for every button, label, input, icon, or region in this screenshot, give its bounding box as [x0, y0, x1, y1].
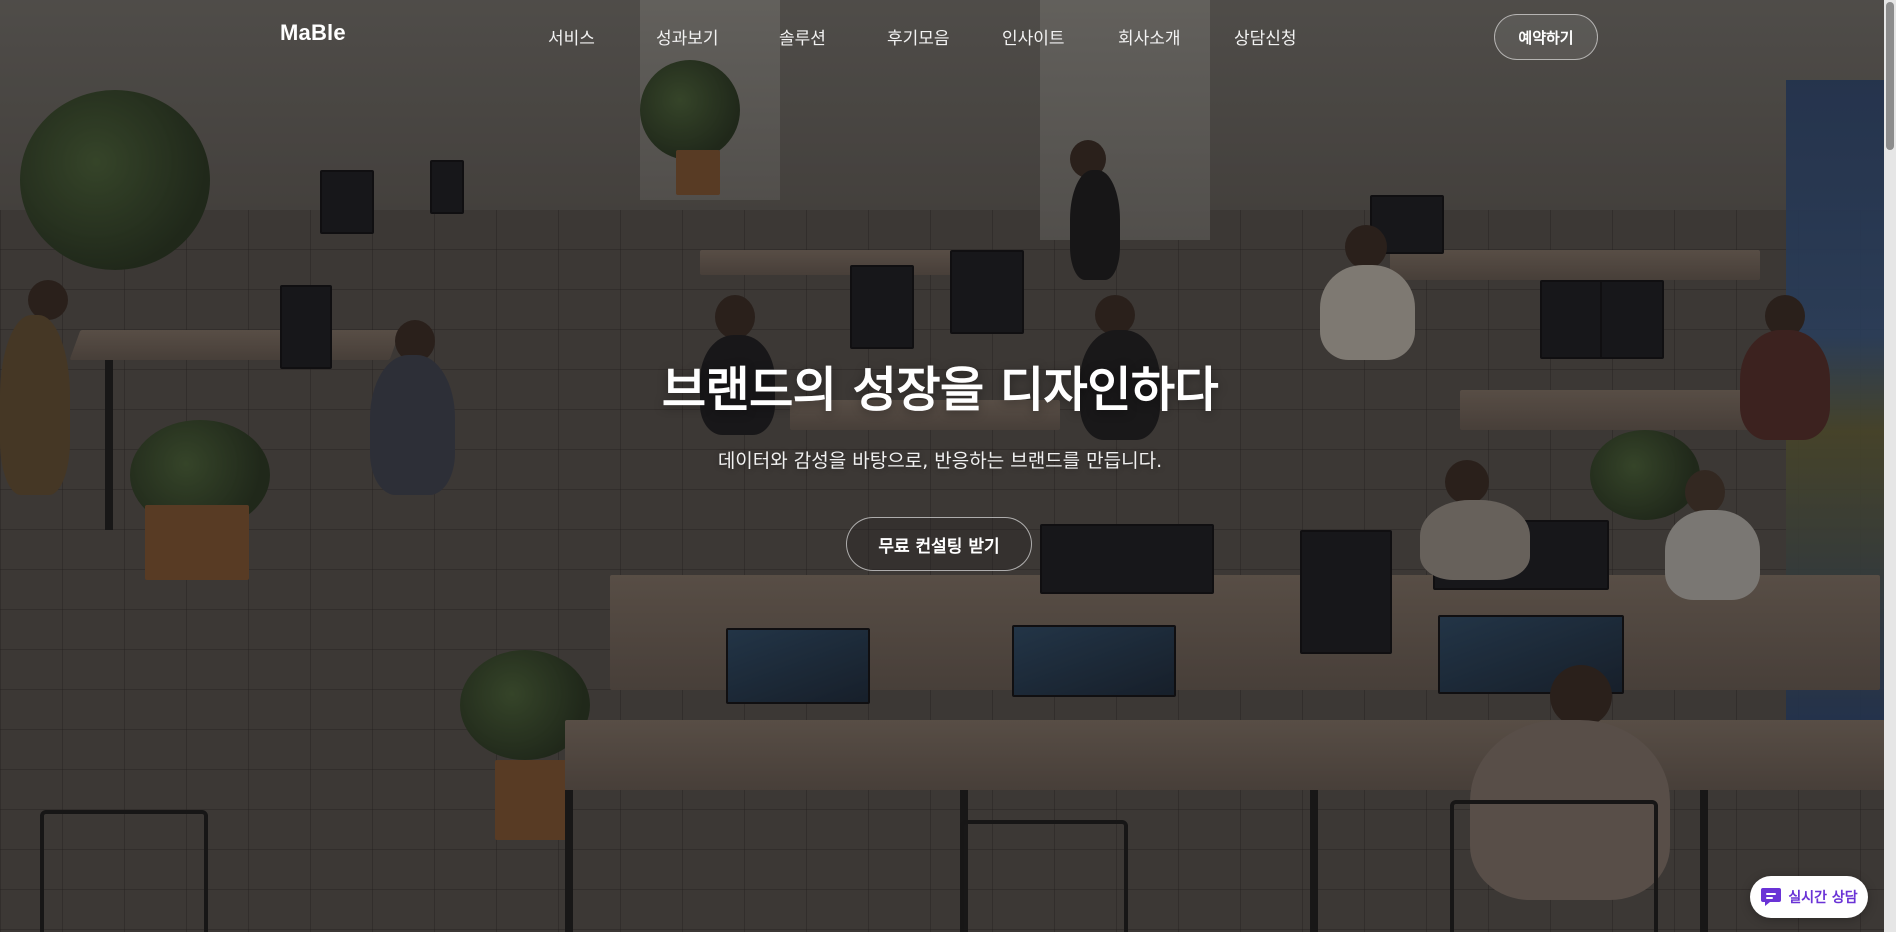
site-header: MaBle 서비스 성과보기 솔루션 후기모음 인사이트 회사소개 상담신청 예… [0, 0, 1896, 74]
main-nav: 서비스 성과보기 솔루션 후기모음 인사이트 회사소개 상담신청 [548, 24, 1297, 49]
chat-bubble-icon [1760, 887, 1782, 907]
nav-item-solutions[interactable]: 솔루션 [779, 24, 887, 49]
scrollbar-thumb[interactable] [1886, 2, 1894, 150]
reserve-button[interactable]: 예약하기 [1494, 14, 1598, 60]
live-chat-label: 실시간 상담 [1788, 890, 1858, 906]
page-scrollbar[interactable] [1884, 0, 1896, 932]
page: MaBle 서비스 성과보기 솔루션 후기모음 인사이트 회사소개 상담신청 예… [0, 0, 1896, 932]
logo[interactable]: MaBle [280, 20, 346, 46]
nav-item-results[interactable]: 성과보기 [656, 24, 779, 49]
nav-item-consultation[interactable]: 상담신청 [1234, 24, 1297, 49]
hero-title: 브랜드의 성장을 디자인하다 [661, 362, 1219, 418]
nav-item-insights[interactable]: 인사이트 [1002, 24, 1118, 49]
nav-item-reviews[interactable]: 후기모음 [887, 24, 1002, 49]
nav-item-about[interactable]: 회사소개 [1118, 24, 1234, 49]
hero-subtitle: 데이터와 감성을 바탕으로, 반응하는 브랜드를 만듭니다. [717, 450, 1163, 472]
nav-item-services[interactable]: 서비스 [548, 24, 656, 49]
free-consulting-button[interactable]: 무료 컨설팅 받기 [846, 517, 1032, 571]
live-chat-button[interactable]: 실시간 상담 [1750, 876, 1868, 918]
